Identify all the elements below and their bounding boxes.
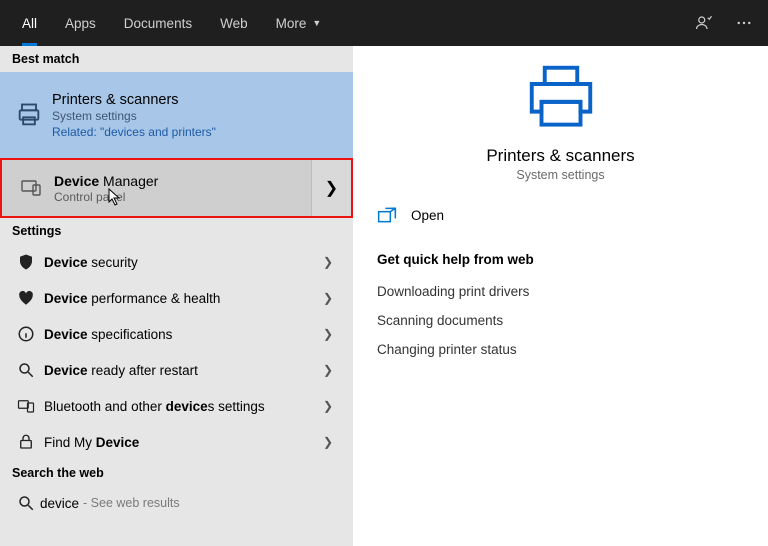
row-label: Bluetooth and other devices settings: [40, 399, 323, 414]
quick-help-download-drivers[interactable]: Downloading print drivers: [377, 277, 744, 306]
tab-web-label: Web: [220, 16, 248, 31]
row-bluetooth-devices[interactable]: Bluetooth and other devices settings ❯: [0, 388, 353, 424]
result-title: Device Manager: [54, 173, 339, 189]
search-hint: - See web results: [79, 496, 180, 510]
chevron-right-icon: ❯: [323, 363, 341, 377]
shield-icon: [12, 253, 40, 271]
chevron-right-icon: ❯: [323, 399, 341, 413]
search-icon: [12, 494, 40, 512]
result-subtitle: Control panel: [54, 190, 339, 204]
section-search-web: Search the web: [0, 460, 353, 486]
open-icon: [377, 206, 399, 224]
action-open[interactable]: Open: [377, 196, 744, 244]
tab-web[interactable]: Web: [206, 0, 262, 46]
result-subtitle: System settings: [52, 109, 341, 123]
tab-all[interactable]: All: [8, 0, 51, 46]
printer-icon: [522, 62, 600, 132]
more-options-icon[interactable]: [724, 0, 764, 46]
tab-documents[interactable]: Documents: [110, 0, 206, 46]
result-title: Printers & scanners: [52, 92, 341, 108]
tab-documents-label: Documents: [124, 16, 192, 31]
feedback-icon[interactable]: [684, 0, 724, 46]
result-related: Related: "devices and printers": [52, 125, 341, 139]
printer-icon: [12, 101, 46, 129]
chevron-right-icon: ❯: [323, 291, 341, 305]
section-best-match: Best match: [0, 46, 353, 72]
quick-help-heading: Get quick help from web: [377, 252, 744, 267]
tab-apps[interactable]: Apps: [51, 0, 110, 46]
devices-icon: [12, 397, 40, 415]
result-printers-scanners[interactable]: Printers & scanners System settings Rela…: [0, 72, 353, 158]
row-device-specifications[interactable]: Device specifications ❯: [0, 316, 353, 352]
preview-subtitle: System settings: [516, 168, 604, 182]
chevron-right-icon: ❯: [323, 327, 341, 341]
device-manager-icon: [14, 176, 48, 200]
expand-button[interactable]: ❯: [311, 160, 351, 216]
chevron-right-icon: ❯: [325, 178, 338, 198]
row-label: Device specifications: [40, 327, 323, 342]
search-scope-tabs: All Apps Documents Web More ▼: [0, 0, 768, 46]
heart-pulse-icon: [12, 289, 40, 307]
search-icon: [12, 361, 40, 379]
lock-icon: [12, 433, 40, 451]
row-label: Device security: [40, 255, 323, 270]
info-icon: [12, 325, 40, 343]
quick-help-printer-status[interactable]: Changing printer status: [377, 335, 744, 364]
chevron-right-icon: ❯: [323, 435, 341, 449]
row-device-security[interactable]: Device security ❯: [0, 244, 353, 280]
row-find-my-device[interactable]: Find My Device ❯: [0, 424, 353, 460]
preview-hero: Printers & scanners System settings: [377, 56, 744, 196]
preview-title: Printers & scanners: [486, 146, 634, 166]
preview-panel: Printers & scanners System settings Open…: [353, 46, 768, 546]
row-device-ready-restart[interactable]: Device ready after restart ❯: [0, 352, 353, 388]
row-label: Device ready after restart: [40, 363, 323, 378]
row-label: Find My Device: [40, 435, 323, 450]
result-device-manager[interactable]: Device Manager Control panel ❯: [0, 158, 353, 218]
tab-all-label: All: [22, 16, 37, 31]
tab-more[interactable]: More ▼: [262, 0, 336, 46]
row-label: Device performance & health: [40, 291, 323, 306]
tab-apps-label: Apps: [65, 16, 96, 31]
chevron-right-icon: ❯: [323, 255, 341, 269]
section-settings: Settings: [0, 218, 353, 244]
row-device-performance[interactable]: Device performance & health ❯: [0, 280, 353, 316]
tab-more-label: More: [276, 16, 307, 31]
search-query: device: [40, 496, 79, 511]
chevron-down-icon: ▼: [312, 18, 321, 28]
action-open-label: Open: [411, 208, 444, 223]
quick-help-scanning-documents[interactable]: Scanning documents: [377, 306, 744, 335]
results-panel: Best match Printers & scanners System se…: [0, 46, 353, 546]
row-search-web[interactable]: device - See web results: [0, 486, 353, 520]
